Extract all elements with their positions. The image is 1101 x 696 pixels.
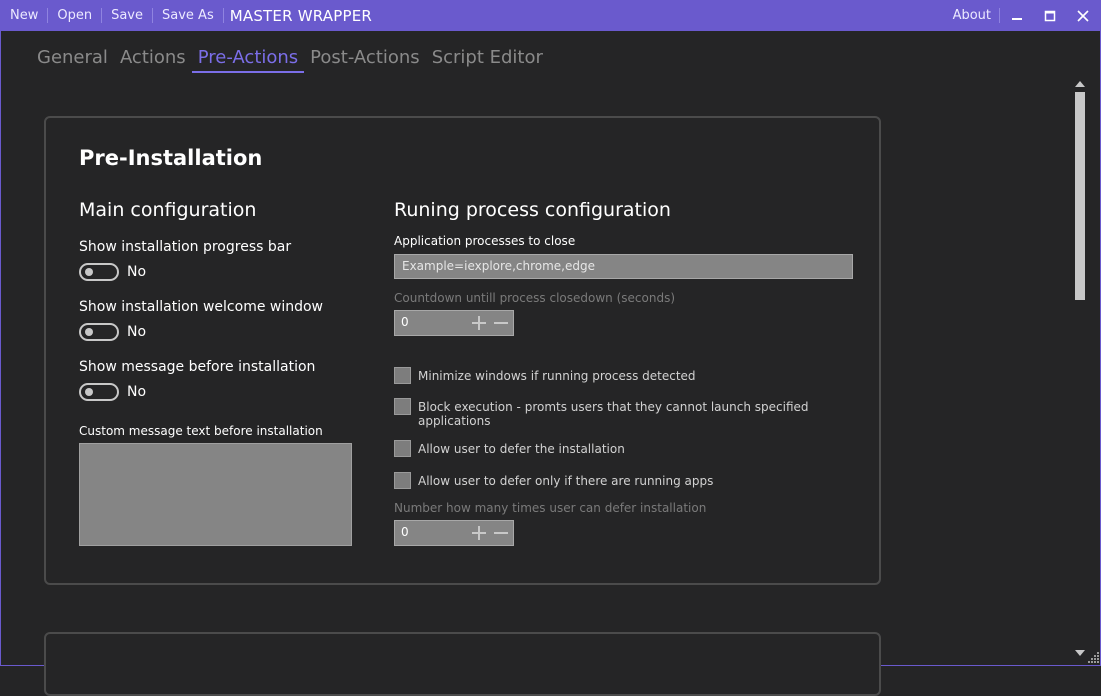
defer-count-stepper[interactable]: 0 [394,520,514,546]
plus-icon[interactable] [471,315,487,331]
minimize-windows-label: Minimize windows if running process dete… [418,369,696,383]
welcome-window-label: Show installation welcome window [79,299,324,315]
scroll-down-icon[interactable] [1074,648,1086,658]
welcome-window-toggle[interactable] [79,323,119,341]
tab-bar: General Actions Pre-Actions Post-Actions… [31,42,549,73]
plus-icon[interactable] [471,525,487,541]
processes-label: Application processes to close [394,234,576,248]
close-icon [1076,9,1089,22]
pre-installation-card: Pre-Installation Main configuration Show… [44,116,881,585]
minus-icon[interactable] [493,315,509,331]
tab-pre-actions[interactable]: Pre-Actions [191,42,305,73]
processes-input[interactable]: Example=iexplore,chrome,edge [394,254,853,279]
card-title: Pre-Installation [79,146,263,170]
app-title: MASTER WRAPPER [229,6,372,25]
about-button[interactable]: About [945,8,999,23]
progress-bar-toggle[interactable] [79,263,119,281]
custom-message-label: Custom message text before installation [79,424,323,438]
resize-grip-icon[interactable] [1088,651,1100,663]
defer-if-running-label: Allow user to defer only if there are ru… [418,474,714,488]
next-card [44,632,881,696]
main-config-heading: Main configuration [79,199,257,221]
progress-bar-toggle-state: No [127,264,147,280]
message-before-toggle-state: No [127,384,147,400]
allow-defer-checkbox[interactable] [394,440,411,457]
close-button[interactable] [1066,0,1099,31]
progress-bar-label: Show installation progress bar [79,239,292,255]
scrollbar-thumb[interactable] [1075,92,1085,300]
toggle-knob [85,328,93,336]
new-button[interactable]: New [0,8,47,24]
message-before-toggle[interactable] [79,383,119,401]
welcome-window-toggle-state: No [127,324,147,340]
tab-general[interactable]: General [31,42,114,73]
countdown-label: Countdown untill process closedown (seco… [394,291,676,305]
title-bar: New Open Save Save As MASTER WRAPPER Abo… [0,0,1101,31]
toggle-knob [85,268,93,276]
block-execution-label: Block execution - promts users that they… [418,400,809,428]
minimize-windows-checkbox[interactable] [394,367,411,384]
tab-post-actions[interactable]: Post-Actions [304,42,426,73]
message-before-label: Show message before installation [79,359,316,375]
process-config-heading: Runing process configuration [394,199,671,221]
toolbar-separator [222,8,224,23]
defer-if-running-checkbox[interactable] [394,472,411,489]
toggle-knob [85,388,93,396]
save-as-button[interactable]: Save As [153,8,223,24]
allow-defer-label: Allow user to defer the installation [418,442,625,456]
minus-icon[interactable] [493,525,509,541]
block-execution-checkbox[interactable] [394,398,411,415]
countdown-value: 0 [401,315,409,329]
minimize-icon [1011,17,1022,20]
tab-script-editor[interactable]: Script Editor [426,42,549,73]
maximize-icon [1044,10,1055,21]
defer-count-value: 0 [401,525,409,539]
tab-actions[interactable]: Actions [114,42,192,73]
minimize-button[interactable] [1000,0,1033,31]
countdown-stepper[interactable]: 0 [394,310,514,336]
defer-count-label: Number how many times user can defer ins… [394,501,707,515]
scroll-up-icon[interactable] [1074,79,1086,89]
custom-message-textarea[interactable] [79,443,352,546]
maximize-button[interactable] [1033,0,1066,31]
save-button[interactable]: Save [102,8,152,24]
open-button[interactable]: Open [48,8,101,24]
